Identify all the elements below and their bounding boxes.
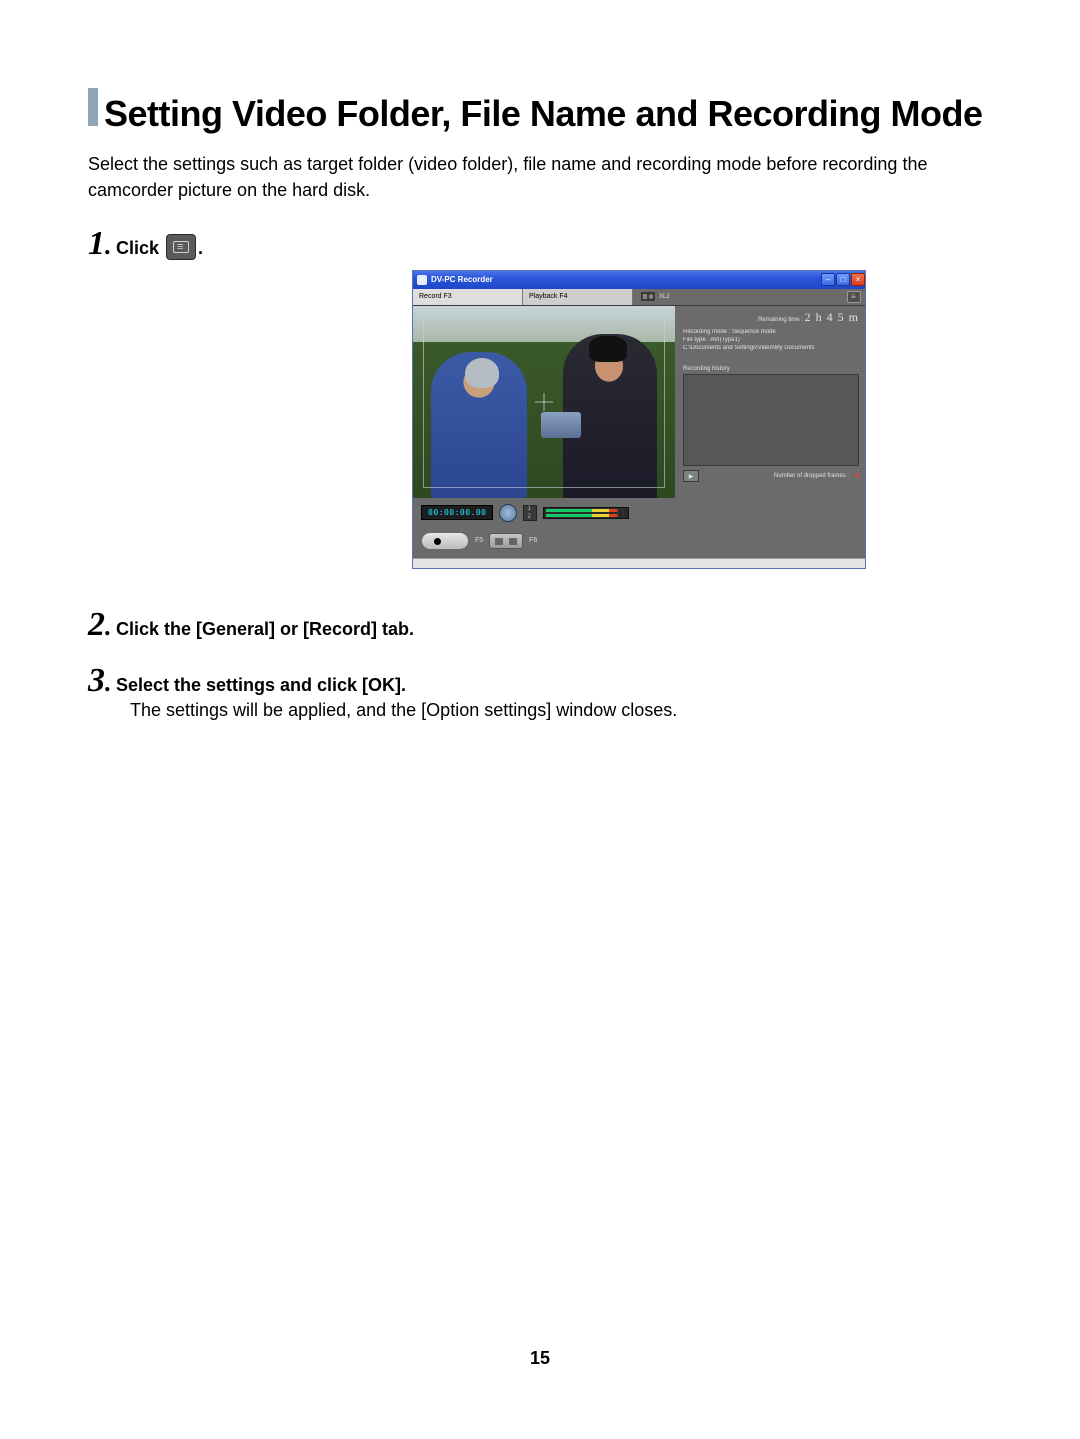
page-title-row: Setting Video Folder, File Name and Reco… [88,88,992,133]
step-1-dot: . [105,231,112,260]
step-3-detail: The settings will be applied, and the [O… [130,700,992,721]
step-3-number: 3 [88,662,105,700]
f5-label: F5 [475,537,483,544]
split-file-button[interactable] [489,533,523,549]
remaining-time-label: Remaining time : [758,317,803,323]
minimize-button[interactable]: – [821,273,835,286]
dropped-frames-row: ▶ Number of dropped frames : 0 [683,470,859,482]
tab-record[interactable]: Record F3 [413,289,523,305]
step-2-text: Click the [General] or [Record] tab. [116,619,414,639]
window-title: DV-PC Recorder [431,275,820,284]
step-1-number: 1 [88,225,105,263]
app-icon [417,275,427,285]
info-file-path: C:\Documents and Settings\Video\My Docum… [683,345,859,353]
window-body: Record F3 Playback F4 XL2 Remaining ti [413,289,865,568]
info-recording-mode: Recording mode : Sequence mode [683,329,859,337]
audio-level-meter [543,507,629,519]
settings-button[interactable] [843,289,865,305]
step-2: 2. Click the [General] or [Record] tab. [88,606,992,644]
step-3: 3. Select the settings and click [OK]. T… [88,662,992,721]
close-button[interactable]: × [851,273,865,286]
timecode-display: 00:00:00.00 [421,505,493,520]
dvpc-recorder-window: DV-PC Recorder – □ × Record F3 Playback … [413,271,865,568]
intro-paragraph: Select the settings such as target folde… [88,151,992,203]
dropped-frames-label: Number of dropped frames : [703,473,849,479]
record-button[interactable] [421,532,469,550]
status-bar [413,558,865,568]
step-1-text-after: . [198,238,203,258]
mode-dial-button[interactable] [499,504,517,522]
video-preview [413,306,675,498]
window-titlebar: DV-PC Recorder – □ × [413,271,865,289]
remaining-time-value: 2 h 4 5 m [805,310,859,324]
step-1-text-before: Click [116,238,164,258]
recording-history-label: Recording history [683,366,859,372]
title-accent [88,88,98,126]
tabs-row: Record F3 Playback F4 XL2 [413,289,865,306]
camera-icon [641,292,655,301]
page-number: 15 [0,1348,1080,1369]
settings-icon [847,291,861,303]
info-file-type: File type : AVI(Type1) [683,337,859,345]
crosshair-v [544,393,545,411]
audio-channels-icon [523,505,537,521]
dropped-frames-value: 0 [855,473,859,480]
camera-model: XL2 [633,289,843,305]
remaining-time: Remaining time : 2 h 4 5 m [683,310,859,325]
controls-row-2: F5 F6 [421,532,857,550]
step-3-text: Select the settings and click [OK]. [116,675,406,695]
step-2-number: 2 [88,606,105,644]
controls-row-1: 00:00:00.00 [421,504,857,522]
info-panel: Remaining time : 2 h 4 5 m Recording mod… [675,306,865,498]
main-row: Remaining time : 2 h 4 5 m Recording mod… [413,306,865,498]
controls-panel: 00:00:00.00 F5 F6 [413,498,865,558]
tab-playback[interactable]: Playback F4 [523,289,633,305]
camera-model-label: XL2 [659,294,670,300]
page-title: Setting Video Folder, File Name and Reco… [104,95,982,133]
history-play-button[interactable]: ▶ [683,470,699,482]
settings-toolbar-icon [166,234,196,260]
maximize-button[interactable]: □ [836,273,850,286]
f6-label: F6 [529,537,537,544]
recording-history-list[interactable] [683,374,859,466]
step-1: 1. Click . [88,225,992,263]
